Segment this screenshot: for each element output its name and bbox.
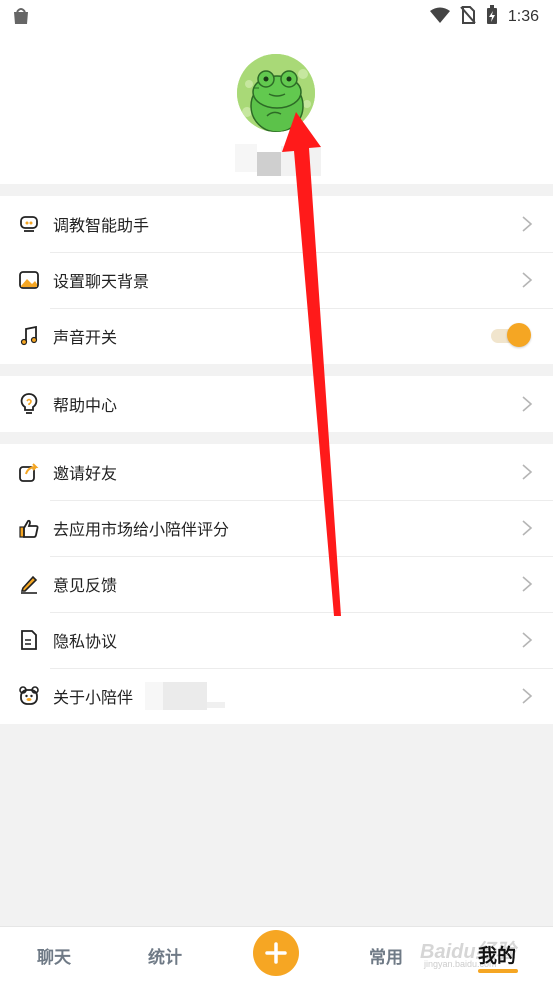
- share-icon: [18, 461, 40, 483]
- row-invite-friends[interactable]: 邀请好友: [0, 444, 553, 500]
- row-label: 意见反馈: [53, 576, 118, 595]
- settings-group-assistant: 调教智能助手 设置聊天背景 声音开关: [0, 196, 553, 364]
- chevron-right-icon: [522, 464, 533, 480]
- sound-toggle[interactable]: [491, 322, 531, 348]
- bottom-tab-bar: 聊天 统计 常用 Baidu经验 jingyan.baidu.com 我的: [0, 926, 553, 983]
- row-label: 调教智能助手: [53, 216, 150, 235]
- tab-mine[interactable]: 我的: [478, 941, 516, 968]
- version-redacted: [145, 682, 225, 710]
- chevron-right-icon: [522, 520, 533, 536]
- battery-charging-icon: [486, 5, 498, 29]
- status-time: 1:36: [507, 8, 539, 25]
- chevron-right-icon: [522, 632, 533, 648]
- bear-icon: [18, 685, 40, 707]
- row-sound-switch: 声音开关: [0, 308, 553, 364]
- settings-group-help: 帮助中心: [0, 376, 553, 432]
- image-icon: [18, 269, 40, 291]
- avatar[interactable]: [237, 54, 315, 132]
- chevron-right-icon: [522, 688, 533, 704]
- chevron-right-icon: [522, 396, 533, 412]
- row-label: 设置聊天背景: [53, 272, 150, 291]
- music-note-icon: [18, 325, 40, 347]
- row-train-assistant[interactable]: 调教智能助手: [0, 196, 553, 252]
- row-privacy-policy[interactable]: 隐私协议: [0, 612, 553, 668]
- row-label: 帮助中心: [53, 396, 118, 415]
- plus-icon: [265, 942, 287, 964]
- tab-stats[interactable]: 统计: [148, 943, 182, 968]
- settings-group-other: 邀请好友 去应用市场给小陪伴评分 意见反馈 隐私协议 关于小陪伴: [0, 444, 553, 724]
- app-notification-icon: [12, 5, 30, 29]
- no-sim-icon: [460, 6, 476, 28]
- chevron-right-icon: [522, 216, 533, 232]
- status-bar: 1:36: [0, 0, 553, 34]
- lightbulb-icon: [18, 393, 40, 415]
- tab-frequent[interactable]: 常用: [369, 943, 403, 968]
- nickname-redacted: [235, 144, 325, 180]
- row-chat-background[interactable]: 设置聊天背景: [0, 252, 553, 308]
- chevron-right-icon: [522, 272, 533, 288]
- document-icon: [18, 629, 40, 651]
- profile-header: [0, 34, 553, 184]
- row-label: 声音开关: [53, 328, 118, 347]
- wifi-icon: [429, 7, 450, 27]
- add-button[interactable]: [253, 930, 299, 976]
- row-label: 关于小陪伴: [53, 688, 134, 707]
- thumbs-up-icon: [18, 517, 40, 539]
- row-label: 隐私协议: [53, 632, 118, 651]
- frog-avatar-icon: [237, 54, 315, 132]
- pencil-icon: [18, 573, 40, 595]
- row-label: 去应用市场给小陪伴评分: [53, 520, 230, 539]
- row-label: 邀请好友: [53, 464, 118, 483]
- assistant-icon: [18, 213, 40, 235]
- row-about[interactable]: 关于小陪伴: [0, 668, 553, 724]
- row-feedback[interactable]: 意见反馈: [0, 556, 553, 612]
- active-tab-indicator: [478, 969, 518, 973]
- tab-chat[interactable]: 聊天: [37, 943, 71, 968]
- row-help-center[interactable]: 帮助中心: [0, 376, 553, 432]
- chevron-right-icon: [522, 576, 533, 592]
- row-rate-app[interactable]: 去应用市场给小陪伴评分: [0, 500, 553, 556]
